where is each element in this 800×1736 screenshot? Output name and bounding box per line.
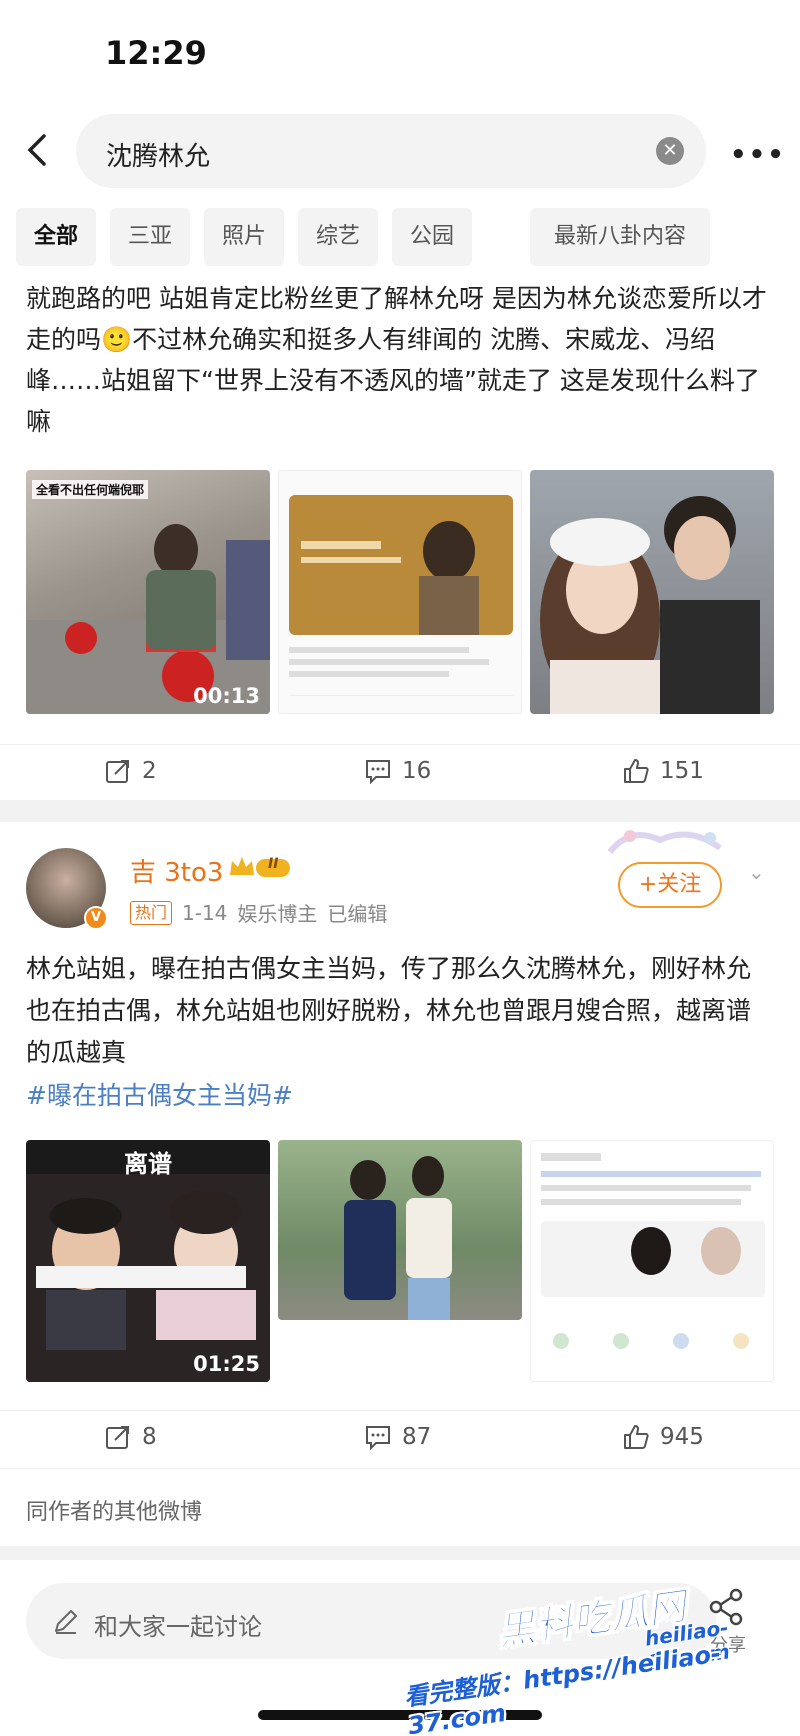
status-bar: 12:29: [0, 0, 800, 110]
screenshot-illustration: [289, 495, 513, 696]
section-divider: [0, 1546, 800, 1560]
like-count: 151: [660, 758, 704, 784]
decorative-ribbon-icon: [607, 830, 722, 854]
username[interactable]: 吉 3to3: [130, 852, 223, 889]
filter-chip[interactable]: 综艺: [298, 208, 378, 266]
repost-icon: [106, 1426, 129, 1449]
comment-icon: [366, 760, 390, 785]
post-divider: [0, 800, 800, 822]
filter-chip[interactable]: 三亚: [110, 208, 190, 266]
comment-count: 16: [402, 758, 432, 784]
other-posts-link[interactable]: 同作者的其他微博: [26, 1494, 202, 1526]
follow-button[interactable]: +关注: [618, 862, 722, 908]
status-time: 12:29: [105, 34, 207, 72]
filter-chip[interactable]: 最新八卦内容: [530, 208, 710, 266]
hot-tag: 热门: [130, 900, 173, 925]
video-thumbnail[interactable]: 离谱 01:25: [26, 1140, 270, 1382]
post-actions: 8 87 945: [0, 1410, 800, 1460]
filter-chip[interactable]: 照片: [204, 208, 284, 266]
thumbs-up-icon: [624, 1425, 649, 1449]
more-options-icon[interactable]: •••: [730, 140, 786, 170]
comment-count: 87: [402, 1424, 432, 1450]
image-thumbnail[interactable]: [530, 1140, 774, 1382]
video-frame-illustration: [26, 524, 270, 714]
image-thumbnail[interactable]: [278, 470, 522, 714]
image-thumbnail[interactable]: [278, 1140, 522, 1320]
chevron-down-icon[interactable]: ⌄: [748, 860, 765, 884]
video-thumbnail[interactable]: 全看不出任何端倪耶 00:13: [26, 470, 270, 714]
selfie-illustration: [540, 496, 760, 714]
post-text: 林允站姐，曝在拍古偶女主当妈，传了那么久沈腾林允，刚好林允也在拍古偶，林允站姐也…: [26, 954, 752, 1067]
video-caption: 离谱: [124, 1150, 172, 1178]
chevron-left-icon: [27, 134, 46, 166]
comment-icon: [366, 1426, 390, 1451]
back-button[interactable]: [18, 130, 58, 170]
repost-count: 8: [142, 1424, 157, 1450]
pen-icon: [55, 1610, 77, 1634]
screenshot-illustration: [541, 1153, 765, 1349]
author-type: 娱乐博主: [237, 902, 318, 926]
video-caption: 全看不出任何端倪耶: [32, 480, 149, 499]
member-level-text: II: [268, 856, 279, 872]
hashtag-link[interactable]: #曝在拍古偶女主当妈#: [26, 1076, 293, 1112]
filter-tabs: 全部 三亚 照片 综艺 公园 最新八卦内容: [0, 208, 800, 268]
clear-icon[interactable]: ✕: [656, 137, 684, 165]
post-date: 1-14: [182, 900, 228, 925]
image-thumbnail[interactable]: [530, 470, 774, 714]
post-text: 就跑路的吧 站姐肯定比粉丝更了解林允呀 是因为林允谈恋爱所以才走的吗🙂不过林允确…: [26, 284, 767, 436]
post-actions: 2 16 151: [0, 744, 800, 794]
comment-button[interactable]: 16: [364, 757, 431, 785]
repost-count: 2: [142, 758, 157, 784]
edited-label: 已编辑: [327, 902, 388, 926]
crown-icon: [230, 857, 290, 877]
search-input[interactable]: 沈腾林允 ✕: [76, 114, 706, 188]
filter-chip-all[interactable]: 全部: [16, 208, 96, 266]
post-meta: 热门 1-14 娱乐博主 已编辑: [130, 898, 387, 927]
video-duration: 00:13: [193, 684, 260, 708]
filter-chip[interactable]: 公园: [392, 208, 472, 266]
member-level-badge: II: [228, 853, 292, 881]
comment-button[interactable]: 87: [364, 1423, 431, 1451]
like-count: 945: [660, 1424, 704, 1450]
search-query: 沈腾林允: [106, 142, 211, 172]
thumbs-up-icon: [624, 759, 649, 783]
verified-badge-icon: V: [84, 906, 108, 930]
photo-illustration: [344, 1156, 452, 1320]
repost-button[interactable]: 8: [104, 1423, 157, 1451]
video-duration: 01:25: [193, 1352, 260, 1376]
like-button[interactable]: 151: [622, 757, 704, 785]
repost-button[interactable]: 2: [104, 757, 157, 785]
comment-placeholder: 和大家一起讨论: [94, 1613, 262, 1641]
section-divider: [0, 1468, 800, 1469]
like-button[interactable]: 945: [622, 1423, 704, 1451]
search-row: 沈腾林允 ✕ •••: [0, 110, 800, 190]
repost-icon: [106, 760, 129, 783]
